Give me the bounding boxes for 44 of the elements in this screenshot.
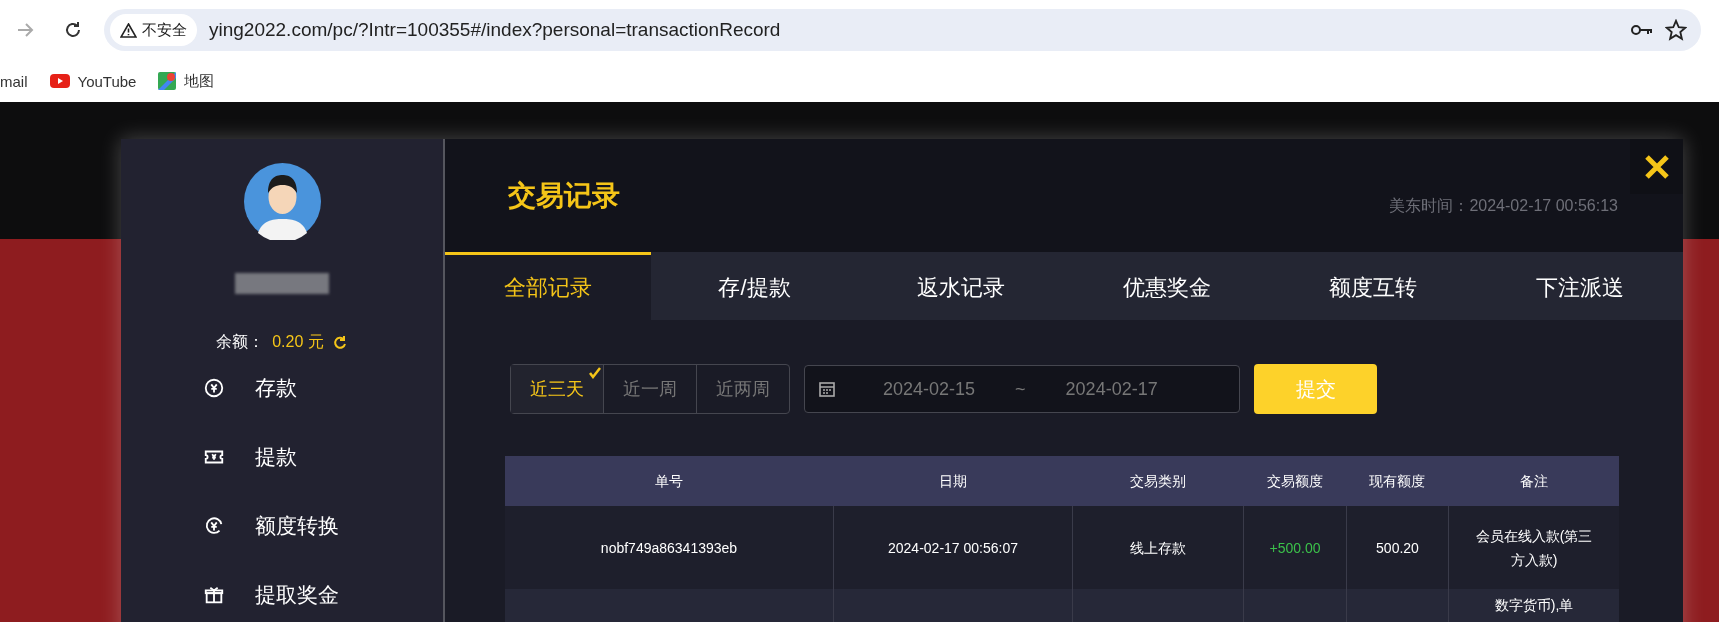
star-icon[interactable] xyxy=(1665,19,1687,41)
check-icon xyxy=(589,367,601,379)
column-header: 日期 xyxy=(937,472,968,491)
column-header: 现有额度 xyxy=(1368,472,1426,491)
play-logo-icon xyxy=(49,74,70,88)
bookmark-link[interactable]: mail xyxy=(0,72,28,90)
balance-value: 0.20 元 xyxy=(272,332,324,352)
sidebar-menu-item[interactable]: 存款 xyxy=(203,353,443,422)
balance-label: 余额： xyxy=(216,332,265,352)
column-header: 交易类别 xyxy=(1128,472,1187,491)
close-button[interactable] xyxy=(1630,139,1683,194)
map-pin-icon xyxy=(158,72,177,90)
close-icon xyxy=(1643,153,1670,180)
sidebar-menu-item[interactable]: 额度转换 xyxy=(203,491,443,560)
column-header: 交易额度 xyxy=(1265,472,1324,491)
date-range-field[interactable]: 2024-02-15 ~ 2024-02-17 xyxy=(804,365,1240,413)
sidebar-menu-item[interactable]: 提款 xyxy=(203,422,443,491)
bookmark-link[interactable]: YouTube xyxy=(49,72,137,90)
security-chip[interactable]: 不安全 xyxy=(110,14,197,46)
record-tab[interactable]: 下注派送 xyxy=(1476,252,1683,320)
table-cell-text: nobf749a86341393eb xyxy=(599,538,739,558)
record-tab[interactable]: 存/提款 xyxy=(651,252,858,320)
bookmark-link[interactable]: 地图 xyxy=(158,71,215,91)
column-header: 单号 xyxy=(654,472,684,491)
record-tab[interactable]: 返水记录 xyxy=(857,252,1064,320)
yen-exchange-icon xyxy=(203,514,225,537)
address-bar[interactable]: 不安全 ying2022.com/pc/?Intr=100355#/index?personal=transactionRecord xyxy=(104,9,1701,51)
yen-coin-icon xyxy=(203,376,225,399)
column-header: 备注 xyxy=(1518,472,1549,491)
range-option[interactable]: 近两周 xyxy=(696,365,789,413)
key-icon[interactable] xyxy=(1631,23,1653,37)
warning-icon xyxy=(120,22,137,38)
calendar-icon xyxy=(819,381,835,397)
url-text: ying2022.com/pc/?Intr=100355#/index?personal=transactionRecord xyxy=(209,19,782,41)
range-option[interactable]: 近一周 xyxy=(603,365,696,413)
server-time: 美东时间：2024-02-17 00:56:13 xyxy=(1389,196,1618,216)
refresh-icon[interactable] xyxy=(331,334,348,351)
avatar-icon xyxy=(243,163,321,240)
range-option[interactable]: 近三天 xyxy=(511,365,603,413)
record-tab[interactable]: 优惠奖金 xyxy=(1064,252,1271,320)
table-cell: 数字货币),单 xyxy=(1448,589,1619,622)
sidebar-menu-item[interactable]: 提取奖金 xyxy=(203,560,443,622)
record-tab[interactable]: 额度互转 xyxy=(1270,252,1477,320)
page-title: 交易记录 xyxy=(508,178,620,213)
